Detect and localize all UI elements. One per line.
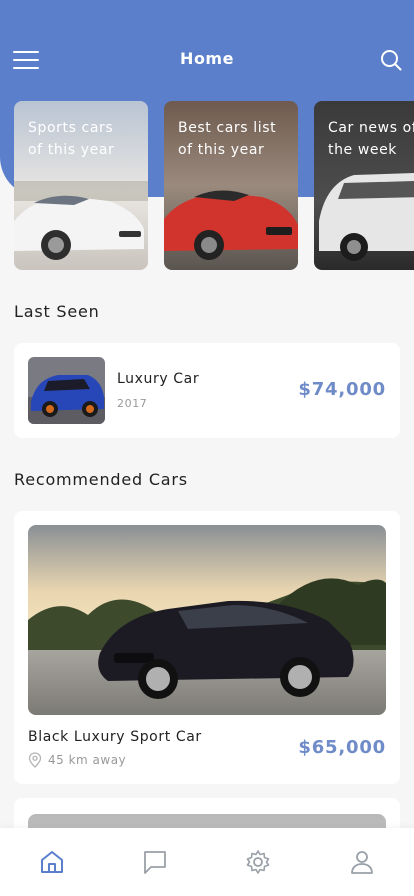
car-name: Luxury Car (117, 371, 200, 387)
car-price: $65,000 (298, 737, 386, 758)
category-carousel[interactable]: Sports cars of this year Best cars list … (14, 101, 414, 270)
chat-icon[interactable] (141, 848, 169, 876)
category-label: Best cars list of this year (178, 120, 277, 158)
profile-icon[interactable] (348, 848, 376, 876)
category-card-best-cars[interactable]: Best cars list of this year (164, 101, 298, 270)
settings-icon[interactable] (244, 848, 272, 876)
category-label: Sports cars of this year (28, 120, 115, 158)
car-price: $74,000 (298, 379, 386, 400)
top-bar: Home (0, 40, 414, 80)
car-year: 2017 (117, 397, 148, 410)
bottom-tab-bar (0, 828, 414, 896)
category-card-sports-cars[interactable]: Sports cars of this year (14, 101, 148, 270)
last-seen-title: Last Seen (14, 302, 100, 321)
recommended-car-image (28, 525, 386, 715)
car-name: Black Luxury Sport Car (28, 729, 202, 745)
category-card-car-news[interactable]: Car news of the week (314, 101, 414, 270)
location-pin-icon (28, 752, 42, 768)
search-icon[interactable] (380, 49, 402, 71)
recommended-cars-title: Recommended Cars (14, 470, 188, 489)
car-distance: 45 km away (48, 753, 127, 767)
recommended-car-card[interactable]: Black Luxury Sport Car 45 km away $65,00… (14, 511, 400, 784)
category-label: Car news of the week (328, 120, 414, 158)
last-seen-car-image (28, 357, 105, 424)
last-seen-card[interactable]: Luxury Car 2017 $74,000 (14, 343, 400, 438)
page-title: Home (180, 49, 234, 68)
home-icon[interactable] (38, 848, 66, 876)
